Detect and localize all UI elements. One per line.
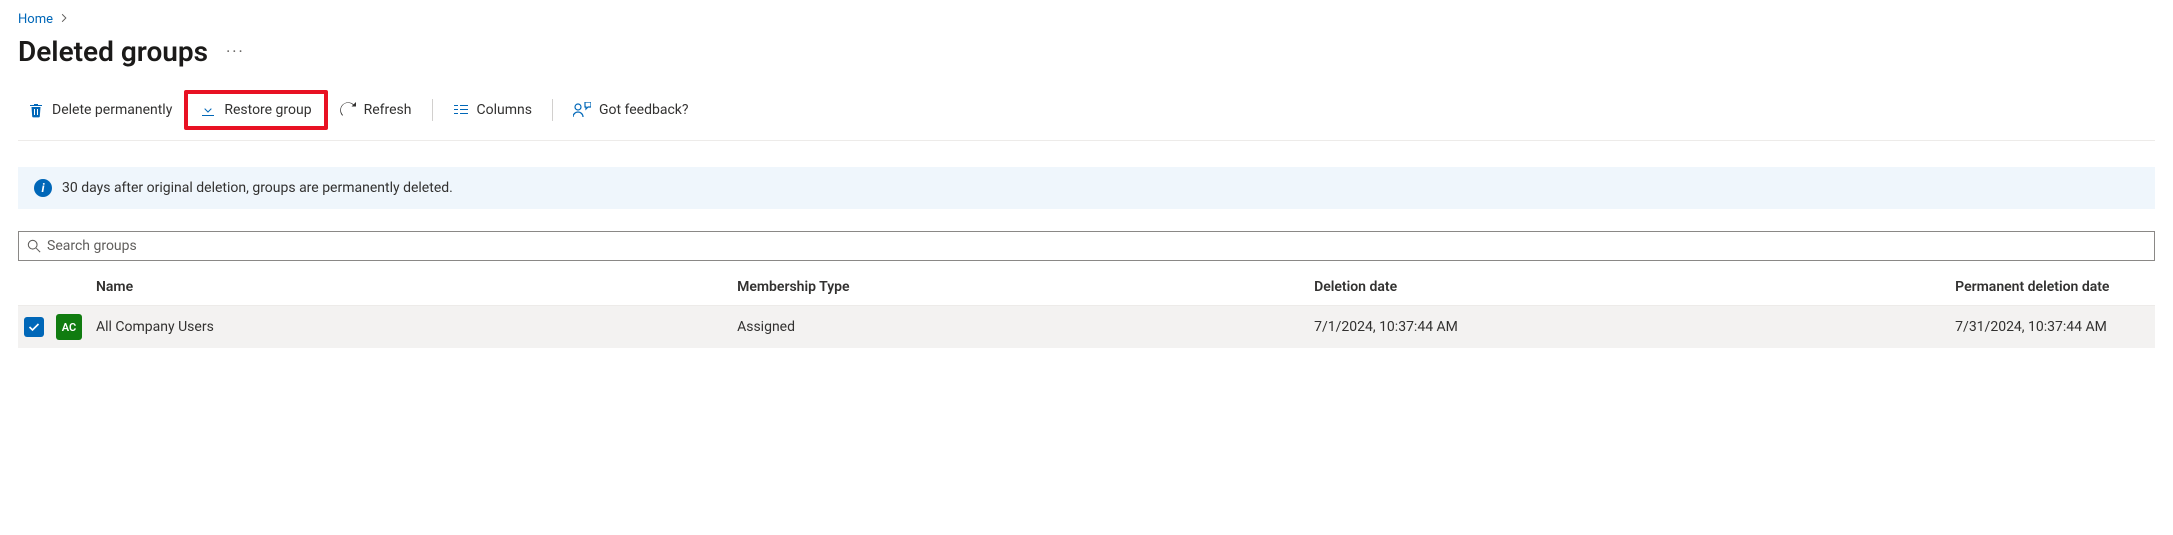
cell-permanent-deletion-date: 7/31/2024, 10:37:44 AM <box>1955 306 2155 349</box>
delete-permanently-label: Delete permanently <box>52 102 172 118</box>
download-icon <box>200 102 216 118</box>
info-banner: i 30 days after original deletion, group… <box>18 167 2155 209</box>
search-input[interactable] <box>47 236 2146 256</box>
table-row[interactable]: AC All Company Users Assigned 7/1/2024, … <box>18 306 2155 349</box>
breadcrumb-home-link[interactable]: Home <box>18 12 53 27</box>
columns-icon <box>453 102 469 118</box>
columns-button[interactable]: Columns <box>443 96 542 124</box>
info-banner-text: 30 days after original deletion, groups … <box>62 180 453 196</box>
info-icon: i <box>34 179 52 197</box>
delete-permanently-button[interactable]: Delete permanently <box>18 96 182 124</box>
restore-group-highlight: Restore group <box>184 90 327 130</box>
refresh-icon <box>340 102 356 118</box>
refresh-label: Refresh <box>364 102 412 118</box>
command-separator <box>552 99 553 121</box>
cell-deletion-date: 7/1/2024, 10:37:44 AM <box>1314 306 1955 349</box>
chevron-right-icon <box>59 12 69 27</box>
table-header-row: Name Membership Type Deletion date Perma… <box>18 269 2155 306</box>
search-icon <box>27 239 41 253</box>
search-groups-wrapper[interactable] <box>18 231 2155 261</box>
columns-label: Columns <box>477 102 532 118</box>
restore-group-button[interactable]: Restore group <box>190 98 321 122</box>
command-bar: Delete permanently Restore group Refresh… <box>18 90 2155 141</box>
column-header-name[interactable]: Name <box>96 269 737 306</box>
restore-group-label: Restore group <box>224 102 311 118</box>
more-actions-button[interactable]: ··· <box>222 38 249 65</box>
checkmark-icon <box>28 321 40 333</box>
cell-membership-type: Assigned <box>737 306 1314 349</box>
column-header-permanent-deletion-date[interactable]: Permanent deletion date <box>1955 269 2155 306</box>
breadcrumb: Home <box>18 12 2155 27</box>
groups-table: Name Membership Type Deletion date Perma… <box>18 269 2155 348</box>
feedback-label: Got feedback? <box>599 102 689 118</box>
column-header-membership-type[interactable]: Membership Type <box>737 269 1314 306</box>
feedback-person-icon <box>573 102 591 118</box>
feedback-button[interactable]: Got feedback? <box>563 96 699 124</box>
command-separator <box>432 99 433 121</box>
page-title: Deleted groups <box>18 35 208 68</box>
row-checkbox[interactable] <box>24 317 44 337</box>
trash-icon <box>28 102 44 118</box>
cell-name: All Company Users <box>96 306 737 349</box>
column-header-deletion-date[interactable]: Deletion date <box>1314 269 1955 306</box>
group-avatar: AC <box>56 314 82 340</box>
refresh-button[interactable]: Refresh <box>330 96 422 124</box>
